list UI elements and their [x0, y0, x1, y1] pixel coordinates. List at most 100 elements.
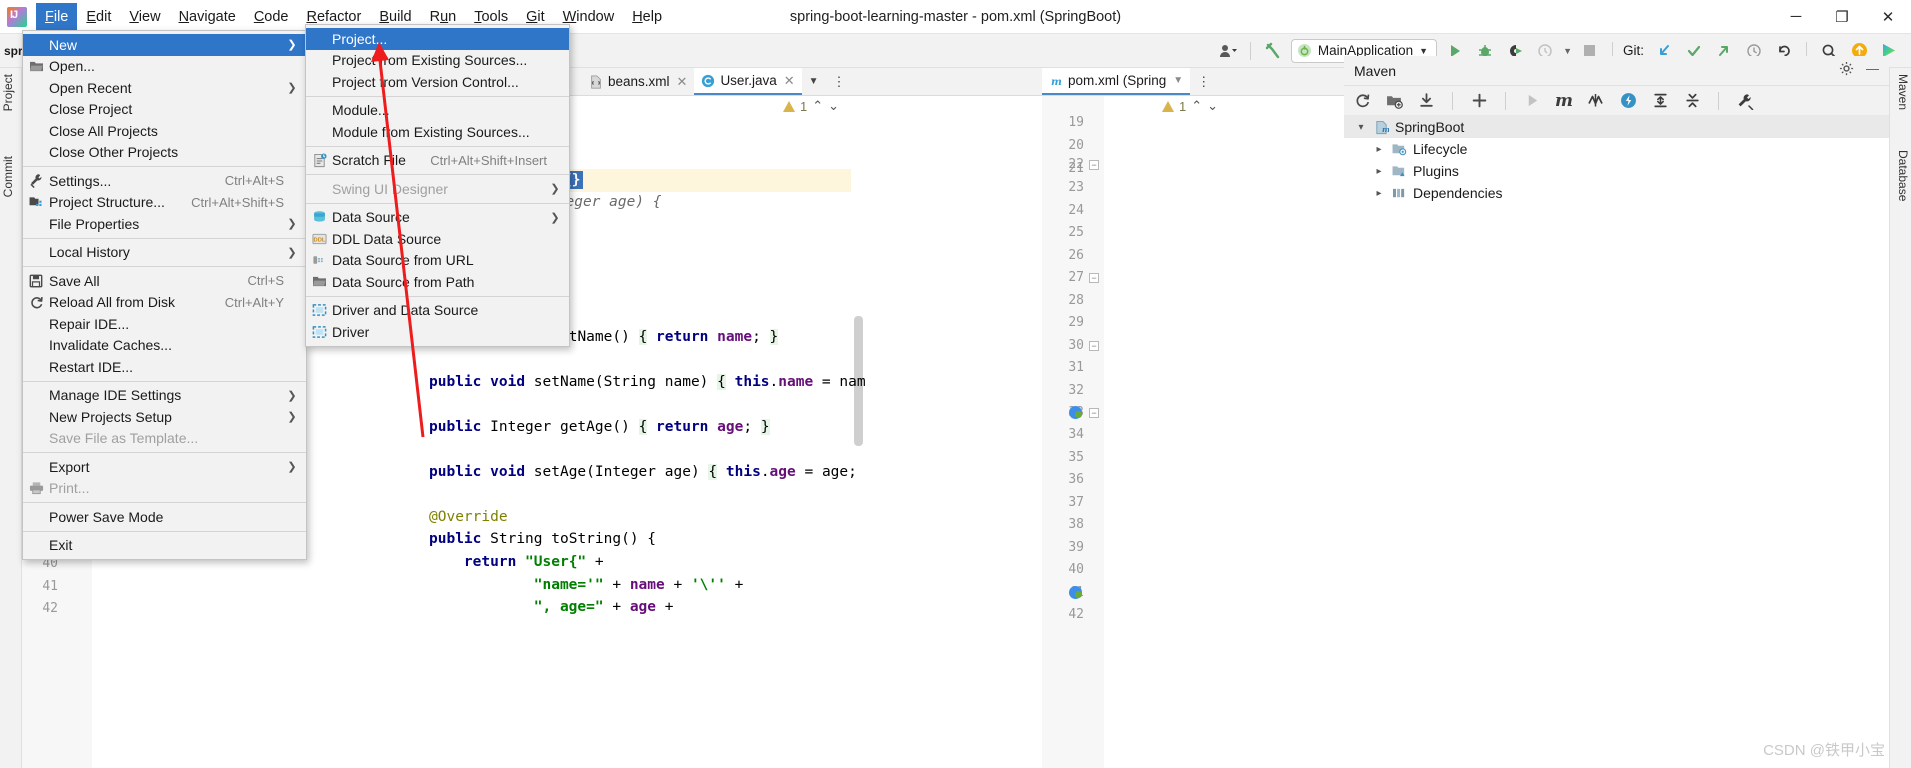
maximize-button[interactable]: ❐ [1819, 0, 1865, 34]
menu-item-project-from-version-control[interactable]: Project from Version Control... [306, 71, 569, 93]
fold-toggle[interactable]: − [1089, 273, 1099, 283]
maven-m-icon[interactable]: m [1554, 91, 1574, 111]
profiler-dropdown-icon[interactable]: ▼ [1563, 46, 1572, 56]
chevron-down-icon[interactable]: ▼ [1419, 46, 1428, 56]
menu-item-close-project[interactable]: Close Project [23, 99, 306, 121]
previous-problem-icon[interactable]: ⌃ [1191, 98, 1202, 114]
skip-tests-icon[interactable] [1586, 91, 1606, 111]
maven-toolbar[interactable]: m [1344, 86, 1889, 116]
tab-options-button[interactable]: ⋮ [1190, 68, 1217, 95]
fold-toggle[interactable]: − [1089, 341, 1099, 351]
chevron-right-icon[interactable]: ▸ [1372, 144, 1386, 155]
close-icon[interactable]: ✕ [784, 73, 795, 89]
menu-item-data-source-from-path[interactable]: Data Source from Path [306, 271, 569, 293]
minimize-button[interactable]: ─ [1773, 0, 1819, 34]
menu-item-new[interactable]: New ❯ [23, 34, 306, 56]
expand-all-icon[interactable] [1650, 91, 1670, 111]
plus-icon[interactable] [1469, 91, 1489, 111]
pom-editor[interactable]: 19202122−2324252627−282930−313233−343536… [1042, 96, 1344, 768]
menu-item-open[interactable]: Open... [23, 56, 306, 78]
tab-overflow-button[interactable]: ▼ [802, 68, 826, 95]
chevron-down-icon[interactable]: ▾ [1354, 122, 1368, 133]
menu-item-local-history[interactable]: Local History ❯ [23, 242, 306, 264]
menubar-item-navigate[interactable]: Navigate [170, 3, 245, 31]
run-icon[interactable] [1522, 91, 1542, 111]
close-icon[interactable]: ✕ [677, 74, 688, 90]
editor-tab-user-java[interactable]: User.java ✕ [694, 68, 802, 95]
menubar-item-code[interactable]: Code [245, 3, 298, 31]
menu-item-file-properties[interactable]: File Properties ❯ [23, 213, 306, 235]
sidebar-item-project[interactable]: Project [1, 74, 15, 111]
editor-tab-pom-xml[interactable]: m pom.xml (Spring ▼ [1042, 68, 1191, 95]
build-hammer-icon[interactable] [1261, 39, 1285, 63]
chevron-right-icon[interactable]: ▸ [1372, 188, 1386, 199]
user-avatar-icon[interactable] [1216, 39, 1240, 63]
new-submenu-dropdown[interactable]: Project... Project from Existing Sources.… [305, 24, 570, 347]
menu-item-project-structure[interactable]: Project Structure... Ctrl+Alt+Shift+S [23, 192, 306, 214]
menu-item-project[interactable]: Project... [306, 28, 569, 50]
menubar-item-help[interactable]: Help [623, 3, 671, 31]
settings-wrench-icon[interactable] [1735, 91, 1755, 111]
menu-item-scratch-file[interactable]: Scratch File Ctrl+Alt+Shift+Insert [306, 150, 569, 172]
chevron-right-icon[interactable]: ▸ [1372, 166, 1386, 177]
gear-icon[interactable] [1839, 61, 1854, 81]
file-menu-dropdown[interactable]: New ❯ Open... Open Recent ❯ Close Project Clos… [22, 30, 307, 560]
minimize-panel-icon[interactable]: — [1866, 61, 1879, 81]
collapse-all-icon[interactable] [1682, 91, 1702, 111]
fold-toggle[interactable]: − [1089, 408, 1099, 418]
menubar-item-edit[interactable]: Edit [77, 3, 120, 31]
menu-item-invalidate-caches[interactable]: Invalidate Caches... [23, 335, 306, 357]
menu-item-reload-all-from-disk[interactable]: Reload All from Disk Ctrl+Alt+Y [23, 292, 306, 314]
maven-gutter-icon[interactable] [1069, 586, 1082, 599]
menu-item-restart-ide[interactable]: Restart IDE... [23, 356, 306, 378]
execute-goal-icon[interactable] [1618, 91, 1638, 111]
maven-gutter-icon[interactable] [1069, 406, 1082, 419]
editor-tab-beans-xml[interactable]: beans.xml ✕ [582, 68, 694, 95]
menubar-item-file[interactable]: File [36, 2, 78, 31]
menu-item-module-from-existing-sources[interactable]: Module from Existing Sources... [306, 121, 569, 143]
menu-item-close-all-projects[interactable]: Close All Projects [23, 120, 306, 142]
fold-toggle[interactable]: − [1089, 160, 1099, 170]
menu-item-save-all[interactable]: Save All Ctrl+S [23, 270, 306, 292]
pom-tab-strip[interactable]: m pom.xml (Spring ▼ ⋮ [1042, 68, 1344, 96]
menu-item-power-save-mode[interactable]: Power Save Mode [23, 506, 306, 528]
menu-item-new-projects-setup[interactable]: New Projects Setup ❯ [23, 406, 306, 428]
menu-item-exit[interactable]: Exit [23, 535, 306, 557]
inspection-status[interactable]: 1 ⌃ ⌄ [782, 98, 839, 114]
tab-options-button[interactable]: ⋮ [826, 68, 853, 95]
sidebar-item-database[interactable]: Database [1896, 150, 1910, 201]
menu-item-data-source-from-url[interactable]: Data Source from URL [306, 250, 569, 272]
add-maven-project-icon[interactable] [1384, 91, 1404, 111]
maven-tree-item-plugins[interactable]: ▸ Plugins [1344, 160, 1889, 182]
inspection-status[interactable]: 1 ⌃ ⌄ [1162, 98, 1218, 114]
reload-icon[interactable] [1352, 91, 1372, 111]
next-problem-icon[interactable]: ⌄ [1207, 98, 1218, 114]
menu-item-repair-ide[interactable]: Repair IDE... [23, 313, 306, 335]
menu-item-driver-and-data-source[interactable]: Driver and Data Source [306, 300, 569, 322]
menu-item-ddl-data-source[interactable]: DDL DDL Data Source [306, 228, 569, 250]
menu-item-manage-ide-settings[interactable]: Manage IDE Settings ❯ [23, 385, 306, 407]
maven-project-tree[interactable]: ▾ m SpringBoot ▸ Lifecycle ▸ Plugins ▸ Dependenc… [1344, 116, 1889, 768]
menu-item-data-source[interactable]: Data Source ❯ [306, 207, 569, 229]
menu-item-project-from-existing-sources[interactable]: Project from Existing Sources... [306, 50, 569, 72]
menu-item-open-recent[interactable]: Open Recent ❯ [23, 77, 306, 99]
sidebar-item-maven[interactable]: Maven [1896, 74, 1910, 110]
next-problem-icon[interactable]: ⌄ [828, 98, 839, 114]
maven-tree-item-lifecycle[interactable]: ▸ Lifecycle [1344, 138, 1889, 160]
window-controls[interactable]: ─ ❐ ✕ [1773, 0, 1911, 34]
menu-item-close-other-projects[interactable]: Close Other Projects [23, 142, 306, 164]
maven-tree-item-springboot[interactable]: ▾ m SpringBoot [1344, 116, 1889, 138]
menu-item-driver[interactable]: Driver [306, 321, 569, 343]
previous-problem-icon[interactable]: ⌃ [812, 98, 823, 114]
close-button[interactable]: ✕ [1865, 0, 1911, 34]
menu-item-export[interactable]: Export ❯ [23, 456, 306, 478]
chevron-down-icon[interactable]: ▼ [1173, 75, 1183, 86]
pom-gutter[interactable]: 19202122−2324252627−282930−313233−343536… [1042, 96, 1104, 768]
sidebar-item-commit[interactable]: Commit [1, 156, 15, 197]
editor-scrollbar[interactable] [851, 96, 865, 768]
menubar-item-view[interactable]: View [120, 3, 169, 31]
download-sources-icon[interactable] [1416, 91, 1436, 111]
maven-tree-item-dependencies[interactable]: ▸ Dependencies [1344, 182, 1889, 204]
menu-item-module[interactable]: Module... [306, 100, 569, 122]
menu-item-settings[interactable]: Settings... Ctrl+Alt+S [23, 170, 306, 192]
